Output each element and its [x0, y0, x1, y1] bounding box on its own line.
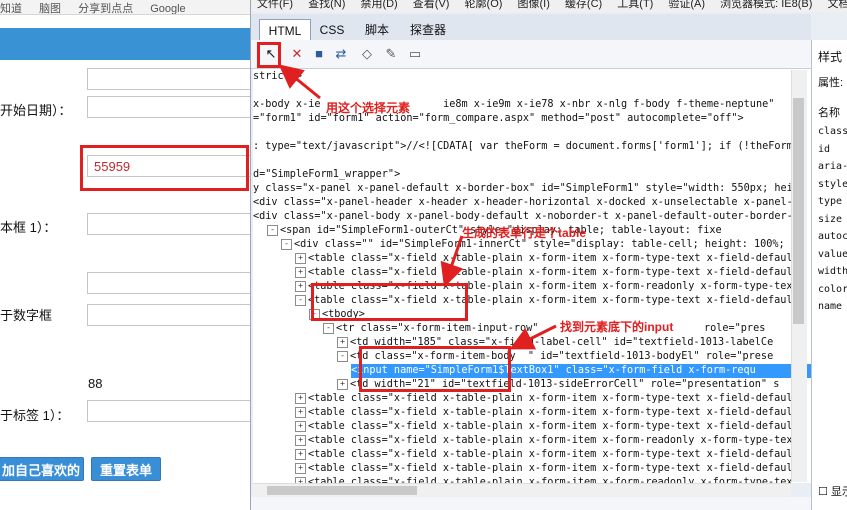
arrow-to-select-tool — [278, 64, 321, 100]
annotation-arrows — [278, 64, 557, 350]
arrow-to-input — [509, 324, 557, 350]
arrow-to-table — [440, 235, 464, 288]
